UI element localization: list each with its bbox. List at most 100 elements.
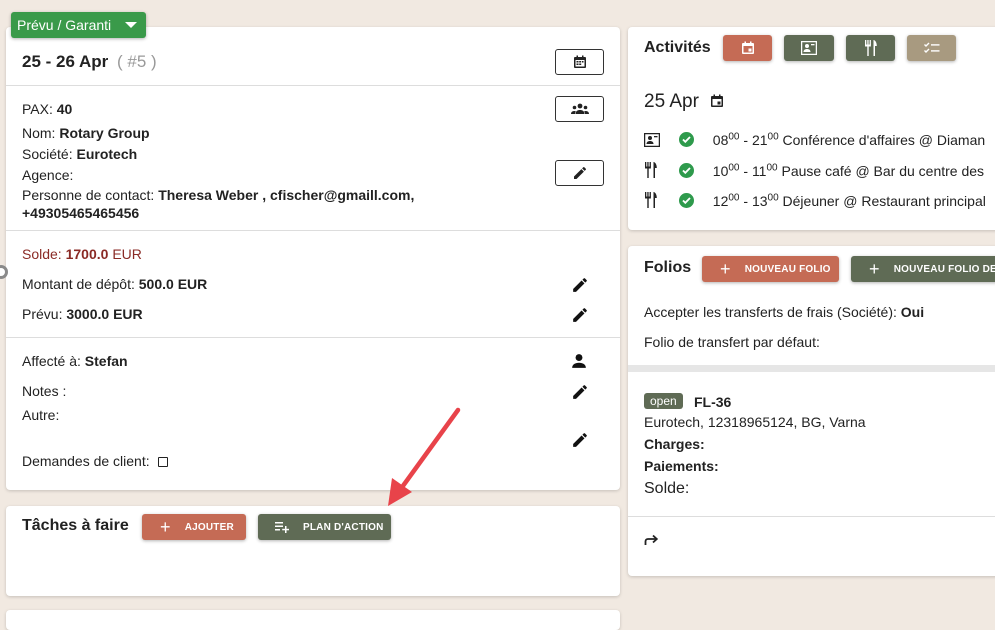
plus-icon: +	[160, 517, 171, 537]
new-folio-label: NOUVEAU FOLIO	[744, 263, 831, 275]
contact-value: Theresa Weber , cfischer@gmaill.com,	[158, 187, 415, 203]
activity-item[interactable]: 1200 - 1300 Déjeuner @ Restaurant princi…	[644, 192, 995, 209]
pencil-icon	[573, 166, 586, 179]
notes-row: Notes :	[22, 383, 66, 399]
contact-row: Personne de contact: Theresa Weber , cfi…	[22, 187, 414, 203]
activities-title: Activités	[644, 39, 711, 56]
notes-label: Notes :	[22, 383, 67, 399]
new-folio-de-button[interactable]: + NOUVEAU FOLIO DE D	[851, 256, 995, 282]
folio-id[interactable]: FL-36	[694, 394, 731, 410]
plus-icon: +	[869, 259, 880, 279]
restaurant-icon	[645, 192, 657, 208]
depot-label: Montant de dépôt:	[22, 276, 135, 292]
calendar-icon	[573, 55, 586, 68]
activity-calendar-button[interactable]	[723, 35, 772, 61]
booking-number: ( #5 )	[117, 52, 157, 71]
societe-value: Eurotech	[76, 146, 138, 162]
divider	[6, 230, 620, 231]
check-circle-icon	[678, 163, 694, 178]
edit-prevu-icon[interactable]	[572, 307, 588, 323]
add-task-label: AJOUTER	[184, 521, 234, 533]
restaurant-icon	[645, 162, 657, 178]
activity-text: Déjeuner @ Restaurant principal	[782, 193, 986, 209]
activity-conference-button[interactable]	[784, 35, 834, 61]
folio-solde-label: Solde:	[644, 480, 690, 497]
folio-paiements-label: Paiements:	[644, 458, 719, 474]
folio-charges-label: Charges:	[644, 436, 705, 452]
activity-time: 1000 - 1100	[713, 163, 778, 179]
pax-row: PAX: 40	[22, 101, 72, 117]
activity-restaurant-button[interactable]	[846, 35, 895, 61]
agence-row: Agence:	[22, 167, 73, 183]
booking-dates-text: 25 - 26 Apr	[22, 52, 109, 71]
contact-phone: +49305465465456	[22, 205, 140, 221]
booking-card: 25 - 26 Apr ( #5 ) PAX: 40 Nom: Rotary G…	[6, 27, 620, 490]
nom-value: Rotary Group	[59, 125, 150, 141]
pax-value: 40	[56, 101, 73, 117]
activity-item[interactable]: 0800 - 2100 Conférence d'affaires @ Diam…	[644, 132, 995, 148]
check-circle-icon	[678, 132, 694, 147]
prevu-value: 3000.0 EUR	[66, 306, 143, 322]
societe-row: Société: Eurotech	[22, 146, 137, 162]
societe-label: Société:	[22, 146, 73, 162]
solde-row: Solde: 1700.0 EUR	[22, 246, 142, 262]
solde-unit: EUR	[112, 246, 142, 262]
demandes-label: Demandes de client:	[22, 453, 150, 469]
presentation-icon	[801, 41, 817, 55]
edit-depot-icon[interactable]	[572, 277, 588, 293]
action-plan-button[interactable]: PLAN D'ACTION	[258, 514, 391, 540]
action-plan-label: PLAN D'ACTION	[303, 521, 384, 533]
activity-time-part: 12	[712, 193, 729, 209]
depot-row: Montant de dépôt: 500.0 EUR	[22, 276, 207, 292]
accept-transfers-label: Accepter les transferts de frais (Sociét…	[644, 304, 897, 320]
calendar-button[interactable]	[555, 49, 604, 75]
new-folio-button[interactable]: + NOUVEAU FOLIO	[702, 256, 839, 282]
affecte-row: Affecté à: Stefan	[22, 353, 128, 369]
nom-row: Nom: Rotary Group	[22, 125, 150, 141]
restaurant-icon	[864, 40, 877, 56]
lower-card	[6, 610, 620, 630]
autre-label: Autre:	[22, 407, 60, 423]
check-circle-icon	[678, 193, 694, 208]
new-folio-de-label: NOUVEAU FOLIO DE D	[893, 263, 995, 275]
activity-time-part: 00	[767, 132, 779, 143]
edit-booking-button[interactable]	[555, 160, 604, 186]
activity-time-part: 00	[728, 192, 740, 204]
activity-checklist-button[interactable]	[907, 35, 956, 61]
presentation-icon	[644, 132, 661, 148]
edit-notes-icon[interactable]	[572, 384, 588, 400]
activity-item[interactable]: 1000 - 1100 Pause café @ Bar du centre d…	[644, 162, 995, 179]
activity-text: Pause café @ Bar du centre des	[781, 163, 985, 179]
add-task-button[interactable]: + AJOUTER	[142, 514, 246, 540]
depot-value: 500.0 EUR	[138, 276, 208, 292]
nom-label: Nom:	[22, 125, 56, 141]
default-folio-label: Folio de transfert par défaut:	[644, 334, 820, 350]
affecte-label: Affecté à:	[22, 353, 81, 369]
activity-time-part: 11	[751, 163, 767, 179]
divider	[628, 516, 995, 517]
activity-time: 1200 - 1300	[713, 193, 779, 209]
edit-autre-icon[interactable]	[572, 432, 588, 448]
activity-time-part: -	[739, 193, 752, 209]
autre-row: Autre:	[22, 407, 59, 423]
activity-time-part: 00	[767, 192, 779, 204]
folio-status-badge: open	[644, 393, 683, 409]
folios-card: Folios + NOUVEAU FOLIO + NOUVEAU FOLIO D…	[628, 246, 995, 576]
pax-label: PAX:	[22, 101, 53, 117]
status-dropdown[interactable]: Prévu / Garanti	[11, 12, 146, 38]
affecte-value: Stefan	[84, 353, 128, 369]
accept-transfers-row: Accepter les transferts de frais (Sociét…	[644, 304, 924, 320]
annotation-arrow-shaft	[397, 407, 461, 493]
divider	[6, 337, 620, 338]
group-button[interactable]	[555, 96, 604, 122]
contact-label: Personne de contact:	[22, 187, 155, 203]
activity-text: Conférence d'affaires @ Diaman	[782, 132, 986, 148]
calendar-icon	[711, 94, 724, 107]
forward-arrow-icon[interactable]	[644, 534, 660, 546]
prevu-row: Prévu: 3000.0 EUR	[22, 306, 143, 322]
tasks-title: Tâches à faire	[22, 517, 129, 534]
solde-value: 1700.0	[65, 246, 109, 262]
person-icon[interactable]	[571, 353, 587, 369]
activity-time-part: 00	[728, 132, 740, 143]
demandes-checkbox[interactable]	[157, 457, 168, 467]
